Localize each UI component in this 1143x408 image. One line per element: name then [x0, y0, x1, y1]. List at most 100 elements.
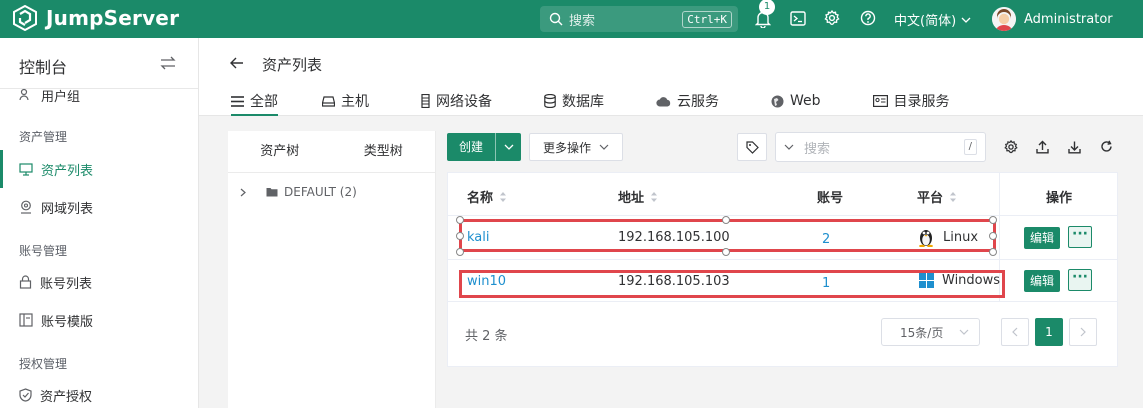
page-size-select[interactable]: 15条/页 — [881, 318, 980, 346]
tab-label: 网络设备 — [436, 94, 492, 110]
next-page-button[interactable] — [1069, 318, 1097, 346]
tab-label: 目录服务 — [893, 94, 950, 110]
sidebar-item-asset-permission[interactable]: 资产授权 — [0, 376, 198, 408]
table-search-input[interactable]: 搜索 / — [775, 132, 986, 162]
sidebar-item-label: 资产列表 — [41, 163, 94, 179]
chevron-down-icon[interactable] — [784, 144, 794, 150]
selection-handle — [456, 248, 464, 256]
user-menu[interactable]: Administrator — [992, 7, 1113, 31]
tree-node-default[interactable]: DEFAULT (2) — [240, 185, 357, 199]
sidebar-item-label: 用户组 — [41, 89, 81, 105]
tab-label: 数据库 — [562, 94, 604, 110]
sort-icon[interactable] — [650, 191, 658, 203]
row-divider — [448, 301, 1118, 302]
asset-platform-label: Linux — [943, 229, 979, 245]
sidebar-group-asset-management: 资产管理 — [19, 130, 68, 144]
sidebar-item-account-list[interactable]: 账号列表 — [0, 263, 198, 301]
refresh-icon[interactable] — [1100, 140, 1113, 153]
prev-page-button[interactable] — [1001, 318, 1029, 346]
selection-handle — [989, 232, 997, 240]
edit-button[interactable]: 编辑 — [1024, 227, 1060, 249]
asset-name-link[interactable]: kali — [467, 230, 490, 245]
tab-network-device[interactable]: 网络设备 — [421, 90, 492, 112]
sort-icon[interactable] — [499, 191, 507, 203]
more-actions-label: 更多操作 — [542, 140, 591, 155]
sidebar-item-label: 账号模版 — [41, 314, 94, 330]
tab-directory-service[interactable]: 目录服务 — [872, 90, 950, 112]
edit-button[interactable]: 编辑 — [1024, 270, 1060, 292]
sidebar-title: 控制台 — [19, 58, 68, 77]
asset-accounts-link[interactable]: 2 — [822, 232, 830, 247]
user-avatar — [992, 7, 1016, 31]
sidebar-item-account-template[interactable]: 账号模版 — [0, 301, 198, 339]
tab-database[interactable]: 数据库 — [544, 90, 604, 112]
page-header: 资产列表 全部 主机 网络设备 数据库 云服务 Web 目录服务 — [199, 38, 1143, 116]
sidebar-group-account-management: 账号管理 — [19, 244, 68, 258]
column-header-label: 名称 — [467, 191, 494, 206]
asset-accounts-link[interactable]: 1 — [822, 276, 830, 291]
terminal-icon[interactable] — [790, 11, 806, 26]
user-name: Administrator — [1024, 11, 1113, 27]
selection-handle — [989, 216, 997, 224]
column-header-address[interactable]: 地址 — [618, 187, 658, 206]
help-icon[interactable] — [860, 10, 876, 26]
tab-label: 全部 — [250, 94, 278, 110]
asset-platform: Windows — [919, 273, 1000, 288]
tab-web[interactable]: Web — [771, 90, 821, 112]
sidebar-group-permission-management: 授权管理 — [19, 357, 68, 371]
back-arrow-icon[interactable] — [230, 57, 244, 69]
chevron-down-icon — [504, 144, 514, 150]
tab-all[interactable]: 全部 — [231, 90, 278, 116]
list-icon — [231, 95, 244, 107]
total-count: 共 2 条 — [465, 329, 508, 344]
global-search[interactable]: 搜索 Ctrl+K — [540, 6, 738, 32]
sidebar-item-user-group[interactable]: 用户组 — [0, 76, 198, 114]
template-icon — [19, 313, 33, 327]
swap-view-icon[interactable] — [160, 56, 176, 70]
sort-icon[interactable] — [949, 191, 957, 203]
sidebar-item-label: 账号列表 — [40, 276, 93, 292]
tab-label: 云服务 — [677, 94, 719, 110]
sidebar-item-asset-list[interactable]: 资产列表 — [0, 150, 198, 188]
location-pin-icon — [19, 200, 33, 214]
chevron-down-icon — [961, 17, 971, 23]
table-search-placeholder: 搜索 — [804, 141, 831, 157]
tab-host[interactable]: 主机 — [322, 90, 369, 112]
create-button[interactable]: 创建 — [447, 133, 496, 161]
asset-tree-panel: 资产树 类型树 DEFAULT (2) — [228, 131, 436, 408]
column-header-label: 地址 — [618, 191, 645, 206]
column-header-accounts: 账号 — [817, 187, 843, 206]
column-header-platform[interactable]: 平台 — [917, 187, 957, 206]
tab-cloud[interactable]: 云服务 — [656, 90, 719, 112]
more-options-button[interactable]: ··· — [1068, 269, 1092, 291]
upload-icon[interactable] — [1036, 140, 1049, 154]
sidebar-item-domain-list[interactable]: 网域列表 — [0, 188, 198, 226]
selection-handle — [722, 248, 730, 256]
asset-address: 192.168.105.100 — [618, 230, 730, 245]
global-search-placeholder: 搜索 — [569, 13, 596, 29]
more-actions-button[interactable]: 更多操作 — [529, 133, 623, 161]
chevron-down-icon — [959, 329, 969, 335]
settings-gear-icon[interactable] — [824, 10, 840, 26]
column-header-name[interactable]: 名称 — [467, 187, 507, 206]
column-header-actions: 操作 — [1046, 191, 1073, 206]
chevron-down-icon — [599, 144, 609, 150]
language-selector[interactable]: 中文(简体) — [894, 10, 971, 29]
asset-name-link[interactable]: win10 — [467, 274, 506, 289]
create-button-group: 创建 — [447, 133, 522, 161]
brand-logo[interactable]: JumpServer — [12, 5, 179, 31]
more-options-button[interactable]: ··· — [1068, 226, 1092, 248]
shield-icon — [19, 388, 32, 402]
host-icon — [322, 95, 335, 107]
create-dropdown-button[interactable] — [495, 133, 522, 161]
tab-asset-tree[interactable]: 资产树 — [228, 131, 332, 172]
tag-filter-button[interactable] — [737, 133, 767, 161]
page-number-button[interactable]: 1 — [1035, 318, 1063, 346]
tab-type-tree[interactable]: 类型树 — [332, 131, 436, 172]
page-title: 资产列表 — [262, 56, 323, 74]
download-icon[interactable] — [1068, 140, 1081, 154]
settings-gear-icon[interactable] — [1004, 140, 1018, 154]
lock-icon — [19, 275, 32, 289]
chevron-right-icon[interactable] — [240, 188, 246, 197]
sidebar-item-label: 资产授权 — [40, 389, 93, 405]
